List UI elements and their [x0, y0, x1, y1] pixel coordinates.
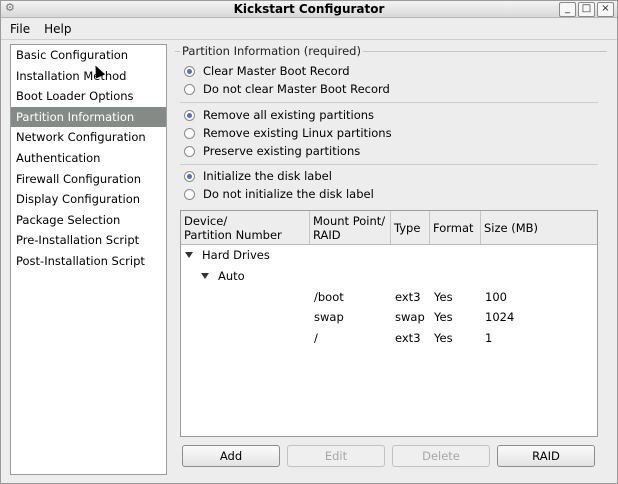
- tree-label: Auto: [218, 269, 245, 283]
- sidebar-item-post-installation-script[interactable]: Post-Installation Script: [11, 251, 166, 272]
- radio-clear-mbr[interactable]: Clear Master Boot Record: [184, 62, 350, 80]
- sidebar-item-pre-installation-script[interactable]: Pre-Installation Script: [11, 230, 166, 251]
- edit-button[interactable]: Edit: [287, 445, 385, 467]
- partition-table: Device/ Partition Number Mount Point/ RA…: [180, 210, 598, 437]
- window-title: Kickstart Configurator: [233, 2, 385, 16]
- menu-file[interactable]: File: [10, 22, 30, 36]
- column-header-size[interactable]: Size (MB): [481, 211, 597, 244]
- radio-preserve-partitions[interactable]: Preserve existing partitions: [184, 142, 360, 160]
- menu-help[interactable]: Help: [44, 22, 71, 36]
- kickstart-window: ⚙ Kickstart Configurator _ □ × File Help…: [0, 0, 618, 484]
- cell-type: ext3: [395, 331, 421, 345]
- close-button[interactable]: ×: [597, 2, 614, 17]
- sidebar-item-firewall-configuration[interactable]: Firewall Configuration: [11, 169, 166, 190]
- menu-bar: File Help: [1, 18, 617, 40]
- table-header: Device/ Partition Number Mount Point/ RA…: [181, 211, 597, 245]
- cell-mount: /: [314, 331, 318, 345]
- add-button[interactable]: Add: [182, 445, 280, 467]
- button-row: Add Edit Delete RAID: [182, 445, 598, 467]
- radio-label: Initialize the disk label: [203, 169, 332, 183]
- radio-selected-icon: [184, 170, 195, 182]
- cell-type: swap: [395, 310, 425, 324]
- sidebar-item-display-configuration[interactable]: Display Configuration: [11, 189, 166, 210]
- radio-selected-icon: [184, 65, 195, 77]
- column-header-type[interactable]: Type: [391, 211, 430, 244]
- section-list: Basic Configuration Installation Method …: [10, 44, 167, 475]
- raid-button[interactable]: RAID: [497, 445, 595, 467]
- cell-mount: swap: [314, 310, 344, 324]
- minimize-button[interactable]: _: [559, 2, 576, 17]
- title-bar[interactable]: ⚙ Kickstart Configurator _ □ ×: [1, 1, 617, 18]
- expander-down-icon[interactable]: [201, 273, 209, 279]
- cell-format: Yes: [434, 331, 453, 345]
- radio-remove-linux-partitions[interactable]: Remove existing Linux partitions: [184, 124, 392, 142]
- column-header-mount-point[interactable]: Mount Point/ RAID: [310, 211, 391, 244]
- cell-format: Yes: [434, 310, 453, 324]
- cell-size: 1: [485, 331, 493, 345]
- sidebar-item-authentication[interactable]: Authentication: [11, 148, 166, 169]
- radio-label: Do not initialize the disk label: [203, 187, 374, 201]
- sidebar-item-partition-information[interactable]: Partition Information: [11, 106, 166, 128]
- partition-panel: Partition Information (required) Clear M…: [173, 44, 611, 475]
- column-header-device[interactable]: Device/ Partition Number: [181, 211, 310, 244]
- sidebar-item-boot-loader-options[interactable]: Boot Loader Options: [11, 86, 166, 107]
- cell-mount: /boot: [314, 290, 344, 304]
- sidebar-item-package-selection[interactable]: Package Selection: [11, 210, 166, 231]
- radio-do-not-initialize-disk-label[interactable]: Do not initialize the disk label: [184, 185, 374, 203]
- tree-label: Hard Drives: [202, 248, 270, 262]
- radio-remove-all-partitions[interactable]: Remove all existing partitions: [184, 106, 374, 124]
- radio-label: Preserve existing partitions: [203, 144, 361, 158]
- radio-label: Remove existing Linux partitions: [203, 126, 392, 140]
- delete-button[interactable]: Delete: [392, 445, 490, 467]
- radio-icon: [184, 127, 195, 139]
- sidebar-item-network-configuration[interactable]: Network Configuration: [11, 127, 166, 148]
- cell-format: Yes: [434, 290, 453, 304]
- radio-icon: [184, 145, 195, 157]
- maximize-button[interactable]: □: [578, 2, 595, 17]
- group-title: Partition Information (required): [180, 44, 363, 58]
- sidebar-item-basic-configuration[interactable]: Basic Configuration: [11, 45, 166, 66]
- separator: [180, 102, 598, 103]
- expander-down-icon[interactable]: [185, 252, 193, 258]
- radio-do-not-clear-mbr[interactable]: Do not clear Master Boot Record: [184, 80, 390, 98]
- radio-selected-icon: [184, 109, 195, 121]
- cell-type: ext3: [395, 290, 421, 304]
- sidebar-item-installation-method[interactable]: Installation Method: [11, 66, 166, 87]
- cell-size: 100: [485, 290, 507, 304]
- radio-label: Remove all existing partitions: [203, 108, 375, 122]
- radio-icon: [184, 83, 195, 95]
- radio-icon: [184, 188, 195, 200]
- tree-row-hard-drives[interactable]: Hard Drives: [185, 246, 270, 264]
- tree-row-auto[interactable]: Auto: [201, 267, 245, 285]
- radio-label: Clear Master Boot Record: [203, 64, 350, 78]
- radio-label: Do not clear Master Boot Record: [203, 82, 390, 96]
- radio-initialize-disk-label[interactable]: Initialize the disk label: [184, 167, 332, 185]
- separator: [180, 164, 598, 165]
- column-header-format[interactable]: Format: [430, 211, 481, 244]
- cell-size: 1024: [485, 310, 515, 324]
